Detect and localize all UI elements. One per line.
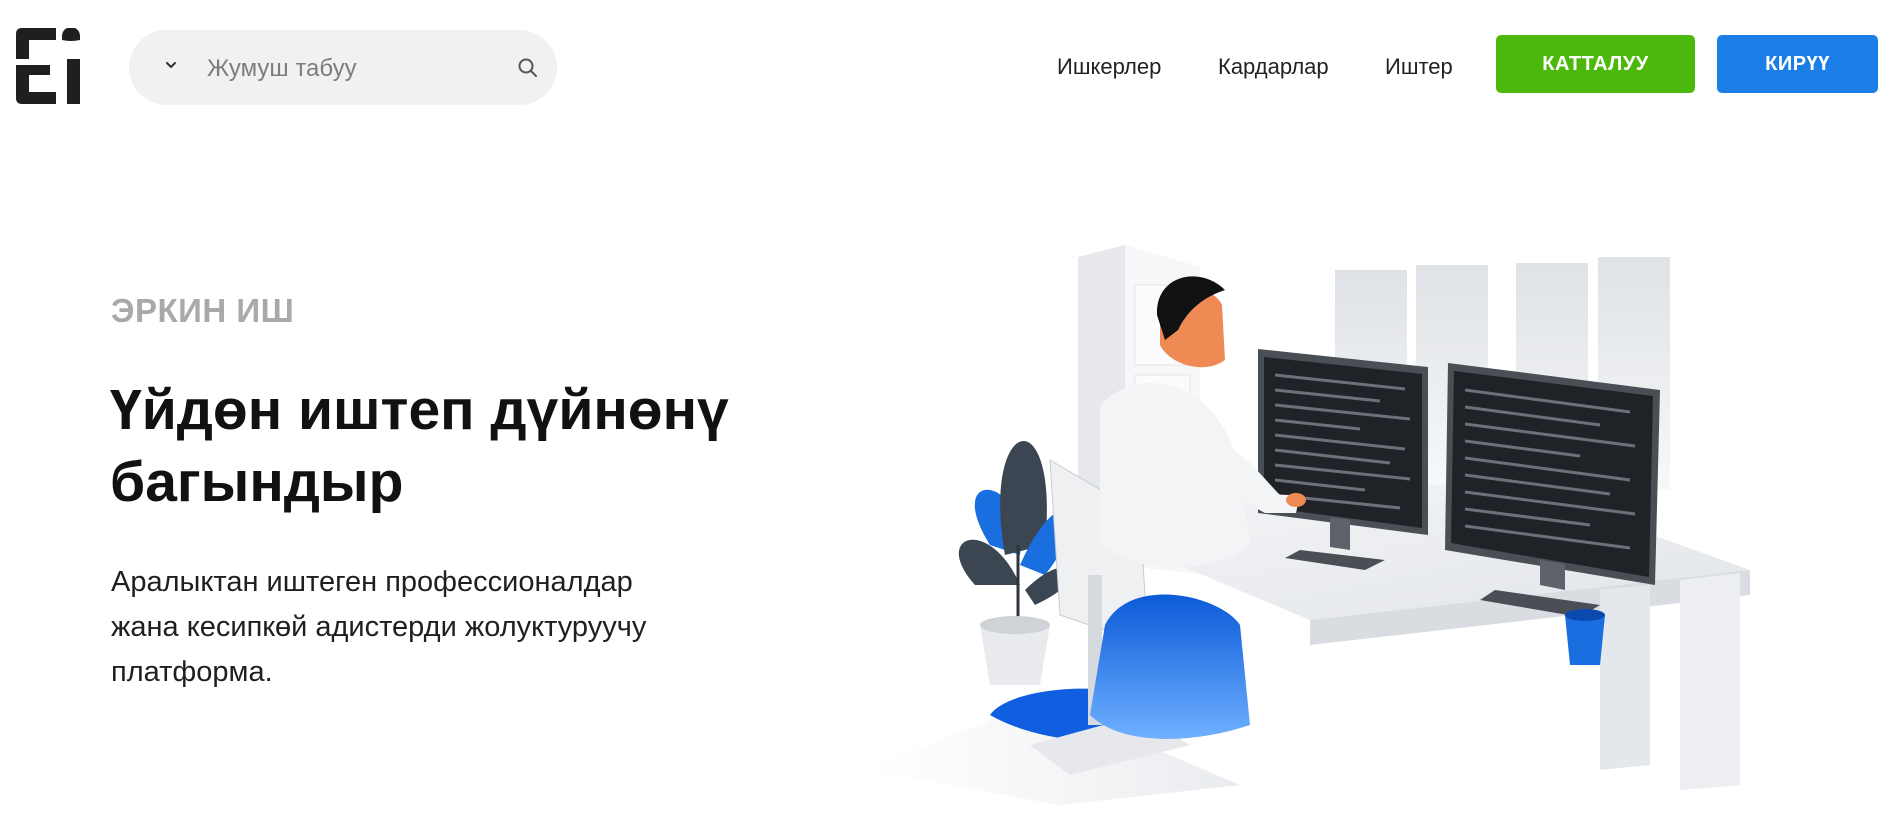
nav-link-clients[interactable]: Кардарлар bbox=[1218, 54, 1329, 80]
register-button[interactable]: КАТТАЛУУ bbox=[1496, 35, 1695, 93]
nav-link-freelancers[interactable]: Ишкерлер bbox=[1057, 54, 1161, 80]
hero-headline-line: Үйдөн иштеп дүйнөнү bbox=[110, 378, 729, 442]
login-button[interactable]: КИРҮҮ bbox=[1717, 35, 1878, 93]
search-input[interactable] bbox=[205, 48, 509, 90]
site-header: Ишкерлер Кардарлар Иштер КАТТАЛУУ КИРҮҮ bbox=[0, 0, 1895, 120]
hero-subtitle-line: платформа. bbox=[111, 656, 273, 688]
hero-subtitle-line: жана кесипкөй адистерди жолуктуруучу bbox=[111, 611, 647, 643]
ei-logo-icon[interactable] bbox=[16, 28, 80, 104]
cup bbox=[1565, 609, 1605, 665]
remote-worker-illustration bbox=[865, 245, 1750, 805]
hero-subtitle: Аралыктан иштеген профессионалдар жана к… bbox=[111, 560, 751, 695]
nav-link-jobs[interactable]: Иштер bbox=[1385, 54, 1453, 80]
hero-subtitle-line: Аралыктан иштеген профессионалдар bbox=[111, 566, 633, 598]
hero-eyebrow: ЭРКИН ИШ bbox=[111, 292, 295, 329]
search-bar bbox=[129, 30, 557, 105]
search-icon[interactable] bbox=[516, 56, 540, 80]
hero-headline-line: багындыр bbox=[110, 450, 404, 514]
chevron-down-icon[interactable] bbox=[162, 56, 180, 74]
hero-headline: Үйдөн иштеп дүйнөнү багындыр bbox=[110, 374, 810, 518]
